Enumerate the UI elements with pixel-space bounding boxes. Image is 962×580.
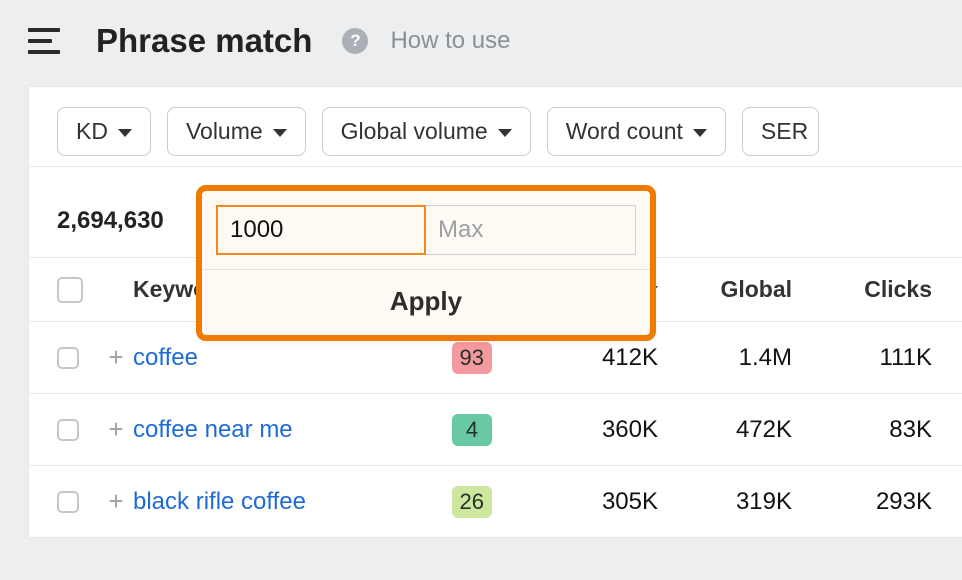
cell-global: 472K — [662, 416, 792, 444]
help-icon[interactable]: ? — [342, 28, 368, 54]
kd-badge: 93 — [452, 342, 492, 374]
keyword-link[interactable]: black rifle coffee — [133, 488, 306, 515]
volume-max-input[interactable] — [426, 205, 636, 255]
filter-global-volume-label: Global volume — [341, 118, 488, 145]
menu-icon[interactable] — [28, 28, 60, 54]
col-clicks-header[interactable]: Clicks — [792, 276, 932, 303]
chevron-down-icon — [498, 129, 512, 137]
filter-volume[interactable]: Volume — [167, 107, 306, 156]
chevron-down-icon — [693, 129, 707, 137]
keyword-link[interactable]: coffee — [133, 344, 198, 371]
table-row: + black rifle coffee 26305K319K293K — [29, 465, 962, 537]
cell-volume: 305K — [492, 488, 662, 516]
volume-min-input[interactable] — [216, 205, 426, 255]
row-checkbox[interactable] — [57, 347, 79, 369]
cell-clicks: 83K — [792, 416, 932, 444]
filter-word-count-label: Word count — [566, 118, 683, 145]
table-row: + coffee near me 4360K472K83K — [29, 393, 962, 465]
cell-clicks: 293K — [792, 488, 932, 516]
select-all-checkbox[interactable] — [57, 277, 83, 303]
filter-serp[interactable]: SER — [742, 107, 819, 156]
how-to-use-link[interactable]: How to use — [390, 27, 510, 55]
filter-volume-label: Volume — [186, 118, 263, 145]
add-icon[interactable]: + — [108, 486, 123, 517]
filter-kd-label: KD — [76, 118, 108, 145]
col-global-header[interactable]: Global — [662, 276, 792, 303]
add-icon[interactable]: + — [108, 414, 123, 445]
chevron-down-icon — [273, 129, 287, 137]
results-total: 2,694,630 — [57, 207, 164, 235]
cell-clicks: 111K — [792, 344, 932, 372]
filter-bar: KD Volume Global volume Word count SER — [29, 87, 962, 166]
keyword-link[interactable]: coffee near me — [133, 416, 293, 443]
row-checkbox[interactable] — [57, 419, 79, 441]
add-icon[interactable]: + — [108, 342, 123, 373]
chevron-down-icon — [118, 129, 132, 137]
kd-badge: 26 — [452, 486, 492, 518]
filter-global-volume[interactable]: Global volume — [322, 107, 531, 156]
cell-volume: 412K — [492, 344, 662, 372]
volume-filter-popover: Apply — [196, 185, 656, 341]
cell-global: 1.4M — [662, 344, 792, 372]
apply-button[interactable]: Apply — [202, 269, 650, 335]
filter-word-count[interactable]: Word count — [547, 107, 726, 156]
filter-serp-label: SER — [761, 118, 808, 145]
kd-badge: 4 — [452, 414, 492, 446]
row-checkbox[interactable] — [57, 491, 79, 513]
page-title: Phrase match — [96, 22, 312, 60]
cell-global: 319K — [662, 488, 792, 516]
cell-volume: 360K — [492, 416, 662, 444]
filter-kd[interactable]: KD — [57, 107, 151, 156]
